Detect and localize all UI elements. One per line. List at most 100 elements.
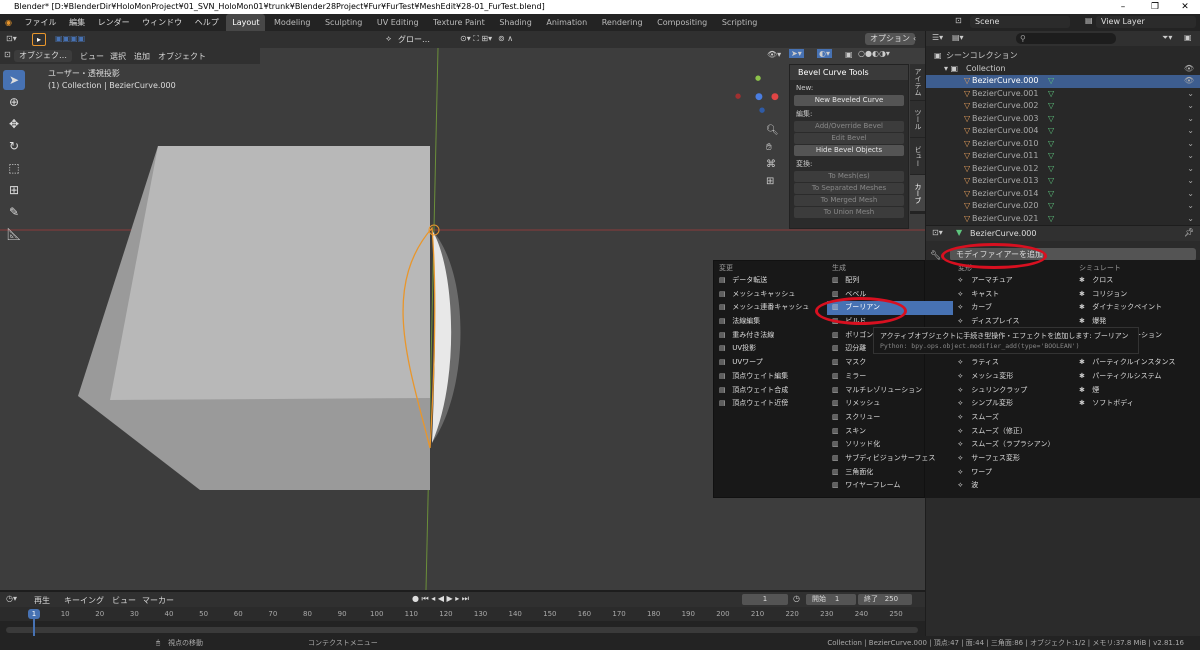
modifier-item-deform[interactable]: ⟡ シュリンクラップ: [953, 384, 1077, 398]
to-meshes-button[interactable]: To Mesh(es): [794, 171, 904, 182]
editor-type-icon[interactable]: ⊡▾: [6, 34, 17, 43]
outliner-item[interactable]: ▽ BezierCurve.010 ▽ ⌄: [926, 138, 1200, 151]
eye-icon[interactable]: ⌄: [1187, 100, 1194, 113]
modifier-item-modify[interactable]: ▤ UVワープ: [714, 356, 826, 370]
modifier-item-deform[interactable]: ⟡ シンプル変形: [953, 397, 1077, 411]
eye-icon[interactable]: ⌄: [1187, 125, 1194, 138]
outliner-item[interactable]: ▽ BezierCurve.001 ▽ ⌄: [926, 88, 1200, 101]
properties-editor-icon[interactable]: ⊡▾: [932, 228, 943, 237]
playhead[interactable]: 1: [28, 609, 40, 619]
outliner-item[interactable]: ▽ BezierCurve.012 ▽ ⌄: [926, 163, 1200, 176]
modifier-item-generate[interactable]: ▥ 配列: [827, 274, 953, 288]
timeline-editor-icon[interactable]: ◷▾: [6, 594, 17, 603]
tab-shading[interactable]: Shading: [493, 14, 538, 31]
scene-icon[interactable]: ⊡: [955, 16, 967, 25]
tab-sculpting[interactable]: Sculpting: [319, 14, 368, 31]
close-icon[interactable]: ✕: [1172, 0, 1198, 14]
start-frame-field[interactable]: 開始 1: [806, 594, 856, 605]
modifier-item-generate[interactable]: ▥ ソリッド化: [827, 438, 953, 452]
view-layer-icon[interactable]: ▤: [1085, 16, 1093, 25]
outliner-item[interactable]: ▽ BezierCurve.003 ▽ ⌄: [926, 113, 1200, 126]
eye-icon[interactable]: ⌄: [1187, 138, 1194, 151]
modifier-item-modify[interactable]: ▤ データ転送: [714, 274, 826, 288]
cursor-tool-icon[interactable]: ⊕: [3, 92, 25, 112]
scene-selector[interactable]: Scene: [970, 16, 1070, 28]
grid-icon[interactable]: ⊞: [766, 173, 779, 190]
modifier-item-simulate[interactable]: ✱ ソフトボディ: [1074, 397, 1198, 411]
new-collection-icon[interactable]: ▣: [1184, 33, 1192, 42]
modifier-item-modify[interactable]: ▤ 頂点ウェイト合成: [714, 384, 826, 398]
outliner-item[interactable]: ▽ BezierCurve.011 ▽ ⌄: [926, 150, 1200, 163]
transform-orientation[interactable]: グロー…: [398, 34, 430, 45]
tab-texture-paint[interactable]: Texture Paint: [427, 14, 491, 31]
scale-tool-icon[interactable]: ⬚: [3, 158, 25, 178]
navigation-gizmo[interactable]: ● ● ● ● ●: [735, 74, 780, 119]
tab-rendering[interactable]: Rendering: [596, 14, 649, 31]
tab-animation[interactable]: Animation: [540, 14, 593, 31]
outliner-search-input[interactable]: ⚲: [1016, 33, 1116, 44]
annotate-tool-icon[interactable]: ✎: [3, 202, 25, 222]
modifier-item-generate[interactable]: ▥ ワイヤーフレーム: [827, 479, 953, 493]
modifier-item-generate[interactable]: ▥ ミラー: [827, 370, 953, 384]
end-frame-field[interactable]: 終了 250: [858, 594, 912, 605]
measure-tool-icon[interactable]: 📐︎: [3, 224, 25, 244]
modifier-item-generate[interactable]: ▥ スクリュー: [827, 411, 953, 425]
outliner-item[interactable]: ▽ BezierCurve.014 ▽ ⌄: [926, 188, 1200, 201]
outliner-item[interactable]: ▽ BezierCurve.013 ▽ ⌄: [926, 175, 1200, 188]
tab-tool[interactable]: ツール: [910, 101, 925, 137]
eye-icon[interactable]: ⌄: [1187, 213, 1194, 226]
camera-icon[interactable]: ⌘: [766, 156, 779, 173]
outliner-item[interactable]: ▽ BezierCurve.021 ▽ ⌄: [926, 213, 1200, 226]
select-tool-icon[interactable]: ➤: [3, 70, 25, 90]
menu-render[interactable]: レンダー: [93, 14, 135, 31]
modifier-item-deform[interactable]: ⟡ ワープ: [953, 466, 1077, 480]
modifier-item-generate[interactable]: ▥ スキン: [827, 425, 953, 439]
add-override-bevel-button[interactable]: Add/Override Bevel: [794, 121, 904, 132]
hide-bevel-objects-button[interactable]: Hide Bevel Objects: [794, 145, 904, 156]
maximize-icon[interactable]: ❐: [1142, 0, 1168, 14]
tab-item[interactable]: アイテム: [910, 64, 925, 100]
panel-title[interactable]: Bevel Curve Tools: [790, 65, 908, 80]
modifier-item-modify[interactable]: ▤ 重み付き法線: [714, 329, 826, 343]
modifier-item-deform[interactable]: ⟡ スムーズ（修正）: [953, 425, 1077, 439]
modifier-item-modify[interactable]: ▤ メッシュ連番キャッシュ: [714, 301, 826, 315]
modifier-item-generate[interactable]: ▥ 三角面化: [827, 466, 953, 480]
timeline-menu-view[interactable]: ビュー: [112, 595, 136, 606]
frame-ruler[interactable]: 1 10 20 30 40 50 60 70 80 90 100 110 120 130 140 150 160…: [0, 607, 925, 621]
visibility-icon[interactable]: 👁︎▾: [767, 50, 781, 59]
modifier-item-simulate[interactable]: ✱ ダイナミックペイント: [1074, 301, 1198, 315]
modifier-item-deform[interactable]: ⟡ アーマチュア: [953, 274, 1077, 288]
proportional-icon[interactable]: ⊚ ∧: [498, 34, 513, 43]
menu-window[interactable]: ウィンドウ: [137, 14, 187, 31]
eye-icon[interactable]: 👁︎: [1184, 75, 1194, 88]
display-mode-icon[interactable]: ▤▾: [952, 33, 964, 42]
timeline-menu-keying[interactable]: キーイング: [64, 595, 104, 606]
selection-mode-icons[interactable]: ▣▣▣▣: [55, 34, 85, 43]
outliner-item[interactable]: ▽ BezierCurve.020 ▽ ⌄: [926, 200, 1200, 213]
tab-compositing[interactable]: Compositing: [651, 14, 713, 31]
new-beveled-curve-button[interactable]: New Beveled Curve: [794, 95, 904, 106]
menu-help[interactable]: ヘルプ: [190, 14, 224, 31]
viewport-menu-select[interactable]: 選択: [110, 51, 126, 62]
eye-icon[interactable]: ⌄: [1187, 88, 1194, 101]
tab-uv-editing[interactable]: UV Editing: [371, 14, 425, 31]
current-frame-field[interactable]: 1: [742, 594, 788, 605]
modifier-item-modify[interactable]: ▤ メッシュキャッシュ: [714, 288, 826, 302]
modifier-item-modify[interactable]: ▤ 頂点ウェイト近傍: [714, 397, 826, 411]
modifier-item-simulate[interactable]: ✱ コリジョン: [1074, 288, 1198, 302]
mode-dropdown[interactable]: オブジェク…: [14, 50, 72, 62]
xray-icon[interactable]: ▣: [845, 50, 853, 59]
eye-icon[interactable]: ⌄: [1187, 188, 1194, 201]
menu-edit[interactable]: 編集: [64, 14, 90, 31]
eye-icon[interactable]: ⌄: [1187, 163, 1194, 176]
eye-icon[interactable]: ⌄: [1187, 113, 1194, 126]
filter-icon[interactable]: ⏷▾: [1162, 33, 1172, 43]
tab-curve[interactable]: カーブ: [910, 175, 925, 211]
menu-file[interactable]: ファイル: [20, 14, 62, 31]
outliner-editor-icon[interactable]: ☰▾: [932, 33, 943, 42]
modifier-item-simulate[interactable]: ✱ クロス: [1074, 274, 1198, 288]
timeline[interactable]: 1 10 20 30 40 50 60 70 80 90 100 110 120 130 140 150 160…: [0, 607, 925, 636]
outliner-item[interactable]: ▽ BezierCurve.002 ▽ ⌄: [926, 100, 1200, 113]
tab-layout[interactable]: Layout: [226, 14, 266, 31]
zoom-icon[interactable]: 🔍︎: [766, 122, 779, 139]
